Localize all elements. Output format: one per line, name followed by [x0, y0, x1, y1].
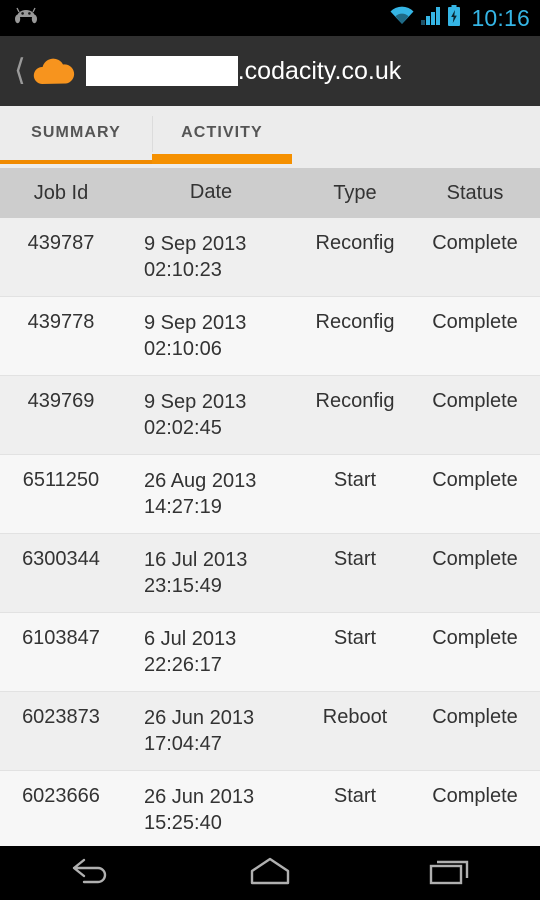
tab-summary-underline	[0, 160, 152, 164]
cell-status: Complete	[432, 232, 518, 254]
nav-back-button[interactable]	[30, 856, 150, 891]
cell-status: Complete	[432, 785, 518, 807]
cell-status: Complete	[432, 311, 518, 333]
cell-date-time: 02:02:45	[144, 416, 222, 439]
cell-status: Complete	[432, 390, 518, 412]
table-row[interactable]: 6023873 26 Jun 2013 17:04:47 Reboot Complete	[0, 692, 540, 771]
cell-date: 26 Jun 2013 17:04:47	[122, 706, 300, 757]
cell-date-time: 02:10:06	[144, 337, 222, 360]
table-row[interactable]: 439787 9 Sep 2013 02:10:23 Reconfig Complete	[0, 218, 540, 297]
cell-date-time: 23:15:49	[144, 574, 222, 597]
cell-type: Start	[333, 469, 377, 491]
cell-date-day: 16 Jul 2013	[144, 549, 248, 571]
back-arrow-icon	[66, 856, 114, 891]
cell-type: Start	[333, 548, 377, 570]
cell-date: 26 Aug 2013 14:27:19	[122, 469, 300, 520]
column-header-type: Type	[333, 181, 377, 204]
cell-date: 26 Jun 2013 15:25:40	[122, 785, 300, 836]
system-navigation-bar	[0, 846, 540, 900]
cell-date: 6 Jul 2013 22:26:17	[122, 627, 300, 678]
cell-type: Start	[333, 785, 377, 807]
cell-type: Reboot	[322, 706, 388, 728]
cell-type: Reconfig	[315, 232, 395, 254]
recent-apps-icon	[427, 856, 473, 891]
cell-job-id: 6023873	[22, 706, 100, 728]
cell-job-id: 439769	[27, 390, 95, 412]
cell-date-time: 15:25:40	[144, 811, 222, 834]
phone-screen: 10:16 ⟨ .codacity.co.uk SUMMARY ACTIVITY…	[0, 0, 540, 900]
cell-date-time: 14:27:19	[144, 495, 222, 518]
column-header-date: Date	[189, 181, 233, 204]
cloud-icon	[32, 56, 76, 86]
tab-bar-underline-filler	[292, 160, 540, 164]
tab-bar-filler	[292, 106, 540, 160]
nav-recents-button[interactable]	[390, 856, 510, 891]
table-row[interactable]: 6300344 16 Jul 2013 23:15:49 Start Complete	[0, 534, 540, 613]
table-row[interactable]: 6023666 26 Jun 2013 15:25:40 Start Complete	[0, 771, 540, 846]
table-row[interactable]: 6511250 26 Aug 2013 14:27:19 Start Complete	[0, 455, 540, 534]
cell-date-time: 22:26:17	[144, 653, 222, 676]
tab-activity[interactable]: ACTIVITY	[152, 106, 292, 160]
cell-date-day: 9 Sep 2013	[144, 233, 247, 255]
table-row[interactable]: 439778 9 Sep 2013 02:10:06 Reconfig Complete	[0, 297, 540, 376]
redacted-subdomain	[85, 56, 238, 86]
cell-date-day: 26 Jun 2013	[144, 786, 255, 808]
tab-summary-label: SUMMARY	[31, 124, 121, 141]
tab-summary[interactable]: SUMMARY	[0, 106, 152, 160]
table-body: 439787 9 Sep 2013 02:10:23 Reconfig Complete…	[0, 218, 540, 846]
battery-charging-icon	[447, 4, 461, 32]
app-title-bar: ⟨ .codacity.co.uk	[0, 36, 540, 106]
table-row[interactable]: 6103847 6 Jul 2013 22:26:17 Start Complete	[0, 613, 540, 692]
cell-status: Complete	[432, 706, 518, 728]
status-bar: 10:16	[0, 0, 540, 36]
cell-date: 9 Sep 2013 02:10:23	[122, 232, 300, 283]
cell-status: Complete	[432, 627, 518, 649]
cell-job-id: 6103847	[22, 627, 100, 649]
cell-job-id: 439787	[27, 232, 95, 254]
status-bar-notifications	[14, 7, 38, 30]
cell-job-id: 6300344	[22, 548, 100, 570]
cell-job-id: 6023666	[22, 785, 100, 807]
cell-type: Reconfig	[315, 311, 395, 333]
home-icon	[245, 855, 295, 892]
status-bar-indicators: 10:16	[389, 4, 530, 32]
cell-date-day: 9 Sep 2013	[144, 312, 247, 334]
cell-job-id: 439778	[27, 311, 95, 333]
column-header-job-id: Job Id	[33, 181, 89, 204]
cell-date-day: 26 Aug 2013	[144, 470, 257, 492]
android-robot-icon	[14, 7, 38, 30]
tab-divider	[152, 116, 153, 152]
cell-job-id: 6511250	[22, 469, 100, 491]
cell-date-time: 17:04:47	[144, 732, 222, 755]
back-chevron-icon[interactable]: ⟨	[14, 56, 26, 86]
nav-home-button[interactable]	[210, 855, 330, 892]
cell-date: 16 Jul 2013 23:15:49	[122, 548, 300, 599]
cell-date: 9 Sep 2013 02:02:45	[122, 390, 300, 441]
cell-type: Reconfig	[315, 390, 395, 412]
cell-date-day: 26 Jun 2013	[144, 707, 255, 729]
table-header-row: Job Id Date Type Status	[0, 168, 540, 218]
cell-type: Start	[333, 627, 377, 649]
tab-activity-indicator	[152, 154, 292, 164]
page-title: .codacity.co.uk	[237, 56, 402, 85]
wifi-icon	[389, 6, 415, 31]
cell-status: Complete	[432, 469, 518, 491]
tab-activity-label: ACTIVITY	[181, 124, 263, 141]
table-row[interactable]: 439769 9 Sep 2013 02:02:45 Reconfig Complete	[0, 376, 540, 455]
activity-table: Job Id Date Type Status 439787 9 Sep 2013…	[0, 168, 540, 846]
cell-date-day: 6 Jul 2013	[144, 628, 237, 650]
cell-date-time: 02:10:23	[144, 258, 222, 281]
cellular-signal-icon	[420, 6, 442, 31]
status-bar-clock: 10:16	[471, 4, 530, 31]
cell-date-day: 9 Sep 2013	[144, 391, 247, 413]
cell-date: 9 Sep 2013 02:10:06	[122, 311, 300, 362]
tab-bar: SUMMARY ACTIVITY	[0, 106, 540, 168]
column-header-status: Status	[446, 181, 504, 204]
cell-status: Complete	[432, 548, 518, 570]
